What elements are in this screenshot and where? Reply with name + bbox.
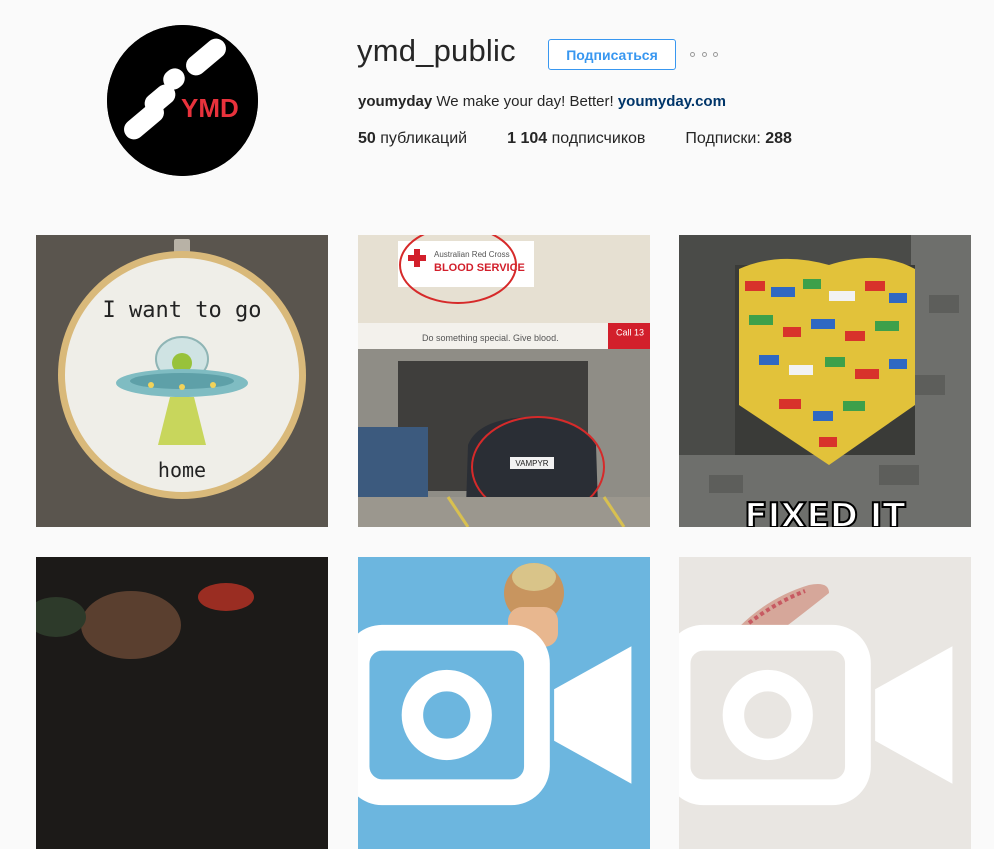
profile-stats: 50 публикаций 1 104 подписчиков Подписки… xyxy=(358,130,832,148)
ymd-logo: YMD xyxy=(107,25,258,176)
post-tile-2[interactable]: Australian Red Cross BLOOD SERVICE Do so… xyxy=(358,235,650,527)
avatar-text: YMD xyxy=(181,93,239,123)
posts-count: 50 публикаций xyxy=(358,130,468,147)
embroidery-top-text: I want to go xyxy=(103,298,262,323)
post-image-blood-service: Australian Red Cross BLOOD SERVICE Do so… xyxy=(358,235,650,527)
ellipsis-icon[interactable] xyxy=(690,47,718,61)
post-image-dark-scene xyxy=(36,557,328,849)
call-text: Call 13 xyxy=(616,328,644,338)
video-camera-icon xyxy=(679,624,953,806)
banner-text: Do something special. Give blood. xyxy=(422,333,559,343)
post-image-embroidery: I want to go home xyxy=(36,235,328,527)
follow-button[interactable]: Подписаться xyxy=(548,39,676,70)
embroidery-bottom-text: home xyxy=(158,458,206,482)
profile-bio: youmyday We make your day! Better! youmy… xyxy=(358,93,726,110)
bio-text: We make your day! Better! xyxy=(432,93,618,110)
video-camera-icon xyxy=(358,624,632,806)
sign-text: Australian Red Cross xyxy=(434,250,510,259)
post-tile-1[interactable]: I want to go home xyxy=(36,235,328,527)
profile-full-name: youmyday xyxy=(358,93,433,110)
post-image-lego-heart: FIXED IT xyxy=(679,235,971,527)
profile-username: ymd_public xyxy=(357,33,516,68)
bio-link[interactable]: youmyday.com xyxy=(618,93,726,110)
meme-caption: FIXED IT xyxy=(744,496,906,527)
profile-avatar[interactable]: YMD xyxy=(107,25,258,176)
post-tile-3[interactable]: FIXED IT xyxy=(679,235,971,527)
post-tile-6[interactable] xyxy=(679,557,971,849)
following-count[interactable]: Подписки: 288 xyxy=(685,130,792,148)
sign-title: BLOOD SERVICE xyxy=(434,262,525,274)
plate-text: VAMPYR xyxy=(515,459,548,468)
post-tile-5[interactable] xyxy=(358,557,650,849)
followers-count[interactable]: 1 104 подписчиков xyxy=(507,130,645,148)
post-tile-4[interactable] xyxy=(36,557,328,849)
